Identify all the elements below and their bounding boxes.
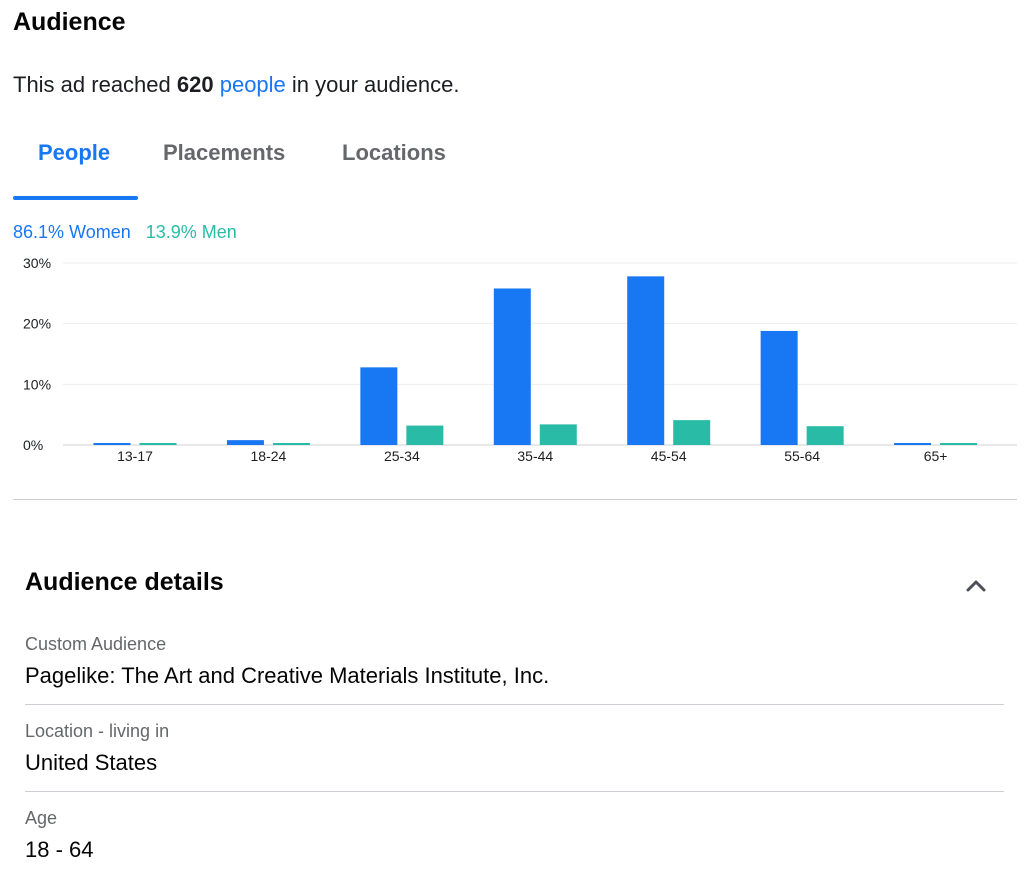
- chevron-up-icon[interactable]: [962, 572, 990, 600]
- bar-men: [539, 424, 577, 445]
- detail-divider: [25, 791, 1004, 792]
- x-tick-label: 35-44: [517, 448, 553, 464]
- section-divider: [13, 499, 1017, 500]
- bar-men: [406, 425, 444, 445]
- y-tick-label: 30%: [23, 255, 51, 271]
- tab-placements[interactable]: Placements: [163, 140, 285, 166]
- y-tick-label: 10%: [23, 376, 51, 392]
- x-tick-label: 65+: [924, 448, 948, 464]
- audience-tabs: People Placements Locations: [13, 130, 1017, 202]
- detail-location: Location - living in United States: [25, 721, 1004, 792]
- bar-women: [894, 443, 932, 445]
- detail-label: Location - living in: [25, 721, 170, 741]
- bar-women: [760, 330, 798, 445]
- chart-svg: 0% 10% 20% 30% 13-17 18-24 25-34 35-44 45-54 55-6…: [23, 255, 1017, 464]
- x-tick-label: 18-24: [251, 448, 287, 464]
- x-tick-label: 45-54: [651, 448, 687, 464]
- x-tick-label: 13-17: [117, 448, 153, 464]
- audience-title: Audience: [13, 8, 126, 36]
- tab-locations[interactable]: Locations: [342, 140, 446, 166]
- bar-women: [493, 288, 531, 445]
- y-tick-label: 20%: [23, 316, 51, 332]
- active-tab-indicator: [13, 196, 138, 200]
- bar-women: [360, 367, 398, 445]
- legend-men: 13.9% Men: [145, 222, 237, 242]
- age-gender-chart: 0% 10% 20% 30% 13-17 18-24 25-34 35-44 45-54 55-6…: [13, 252, 1017, 472]
- reach-summary: This ad reached 620 people in your audie…: [13, 72, 459, 98]
- x-tick-label: 25-34: [384, 448, 420, 464]
- detail-value: Pagelike: The Art and Creative Materials…: [25, 663, 550, 688]
- detail-value: 18 - 64: [25, 837, 94, 862]
- x-tick-label: 55-64: [784, 448, 820, 464]
- legend-women: 86.1% Women: [13, 222, 131, 242]
- detail-custom-audience: Custom Audience Pagelike: The Art and Cr…: [25, 634, 1004, 705]
- bar-men: [940, 443, 978, 445]
- bar-men: [806, 426, 844, 445]
- audience-panel: Audience This ad reached 620 people in y…: [0, 0, 1032, 882]
- bar-men: [673, 420, 711, 445]
- bar-men: [272, 443, 310, 445]
- bar-men: [139, 443, 177, 445]
- y-tick-label: 0%: [23, 437, 43, 453]
- detail-label: Age: [25, 808, 58, 828]
- people-link[interactable]: people: [220, 72, 286, 97]
- bar-women: [93, 443, 131, 445]
- reach-suffix: in your audience.: [285, 72, 460, 97]
- detail-value: United States: [25, 750, 158, 775]
- bar-women: [627, 276, 665, 445]
- audience-details-title: Audience details: [25, 568, 224, 596]
- reach-count: 620: [176, 72, 214, 97]
- bar-women: [226, 440, 264, 445]
- detail-label: Custom Audience: [25, 634, 167, 654]
- detail-divider: [25, 704, 1004, 705]
- gender-legend: 86.1% Women 13.9% Men: [13, 222, 237, 243]
- detail-age: Age 18 - 64: [25, 808, 1004, 863]
- tab-people[interactable]: People: [38, 140, 110, 166]
- reach-prefix: This ad reached: [13, 72, 177, 97]
